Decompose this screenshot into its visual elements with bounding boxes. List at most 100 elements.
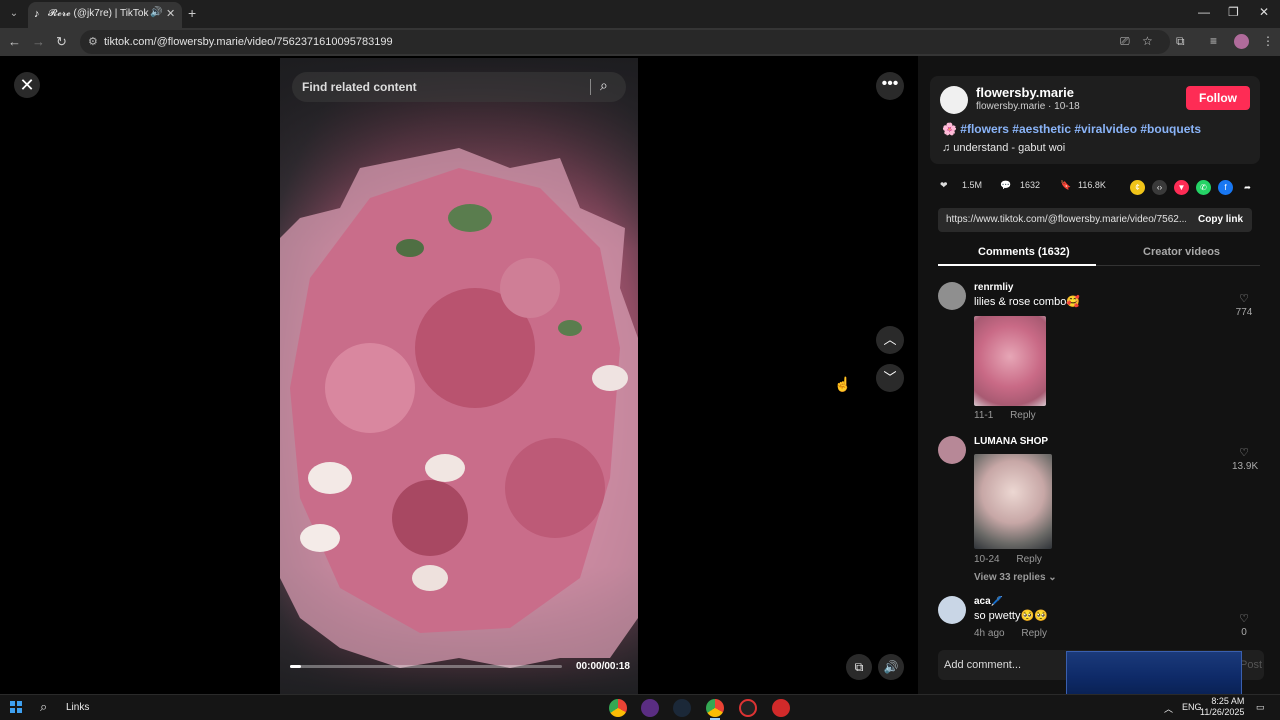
search-icon[interactable]: ⌕ [600, 77, 608, 94]
app-icon[interactable] [641, 699, 659, 717]
new-tab-icon[interactable]: + [188, 5, 196, 21]
language-indicator[interactable]: ENG [1182, 702, 1202, 712]
video-timecode: 00:00/00:18 [576, 661, 630, 672]
view-replies-button[interactable]: View 33 replies ⌄ [974, 572, 1057, 583]
steam-icon[interactable] [673, 699, 691, 717]
author-subline: flowersby.marie · 10-18 [976, 101, 1080, 112]
address-bar[interactable]: ⚙ tiktok.com/@flowersby.marie/video/7562… [80, 30, 1170, 54]
minimize-icon[interactable]: — [1198, 5, 1210, 19]
comment-item: renrmliy lilies & rose combo🥰 11-1 Reply… [938, 282, 1258, 427]
commenter-avatar[interactable] [938, 282, 966, 310]
app-icon[interactable] [739, 699, 757, 717]
previous-video-icon[interactable]: ︿ [876, 326, 904, 354]
heart-icon[interactable]: ♡ [1239, 447, 1249, 459]
url-text: tiktok.com/@flowersby.marie/video/756237… [104, 36, 393, 48]
search-icon[interactable]: ⌕ [40, 699, 47, 715]
like-count: 1.5M [962, 180, 983, 190]
commenter-avatar[interactable] [938, 436, 966, 464]
commenter-avatar[interactable] [938, 596, 966, 624]
heart-icon[interactable]: ♡ [1239, 613, 1249, 625]
heart-icon[interactable]: ♡ [1239, 293, 1249, 305]
reply-button[interactable]: Reply [1010, 410, 1036, 421]
tiktok-page: ✕ Find related content ⌕ 00:00/00:18 •••… [0, 56, 1280, 695]
video-link-box: https://www.tiktok.com/@flowersby.marie/… [938, 208, 1252, 232]
menu-kebab-icon[interactable]: ⋮ [1262, 34, 1274, 48]
speaker-icon[interactable]: 🔊 [150, 7, 162, 18]
whatsapp-icon[interactable]: ✆ [1196, 180, 1211, 195]
hashtags[interactable]: 🌸 #flowers #aesthetic #viralvideo #bouqu… [942, 122, 1201, 136]
bookmark-star-icon[interactable]: ☆ [1142, 34, 1153, 48]
side-panel: flowersby.marie flowersby.marie · 10-18 … [918, 56, 1280, 695]
embed-icon[interactable]: ‹› [1152, 180, 1167, 195]
chrome-active-icon[interactable] [706, 699, 724, 717]
comment-bouquet-image[interactable] [974, 454, 1052, 549]
media-icon[interactable]: ≡ [1210, 34, 1217, 48]
commenter-name[interactable]: aca🖊️ [974, 596, 1003, 607]
comment-icon[interactable]: 💬 [1000, 180, 1011, 191]
chrome-icon[interactable] [609, 699, 627, 717]
comment-date: 4h ago [974, 628, 1005, 639]
send-icon[interactable]: ▼ [1174, 180, 1189, 195]
facebook-icon[interactable]: f [1218, 180, 1233, 195]
notification-icon[interactable]: ▭ [1256, 702, 1265, 713]
video-link-url[interactable]: https://www.tiktok.com/@flowersby.marie/… [946, 214, 1186, 225]
extensions-icon[interactable]: ⧉ [1176, 34, 1185, 49]
tab-creator-videos[interactable]: Creator videos [1143, 246, 1220, 258]
volume-icon[interactable]: 🔊 [878, 654, 904, 680]
like-icon[interactable]: ❤ [940, 180, 948, 191]
related-search-bar[interactable]: Find related content ⌕ [292, 72, 626, 102]
video-player[interactable]: Find related content ⌕ 00:00/00:18 [280, 58, 638, 694]
author-username[interactable]: flowersby.marie [976, 85, 1074, 100]
coin-icon[interactable]: ¢ [1130, 180, 1145, 195]
post-button[interactable]: Post [1240, 659, 1262, 671]
tiktok-icon: ♪ [34, 8, 40, 20]
app-icon[interactable] [772, 699, 790, 717]
tab-search-icon[interactable]: ⌄ [4, 4, 24, 24]
search-divider [590, 79, 591, 95]
music-track[interactable]: ♫ understand - gabut woi [942, 142, 1065, 154]
reply-button[interactable]: Reply [1016, 554, 1042, 565]
windows-start-icon[interactable] [10, 701, 22, 713]
window-close-icon[interactable]: ✕ [1259, 5, 1269, 19]
site-info-icon[interactable]: ⚙ [88, 35, 98, 48]
cast-icon[interactable]: ⎚ [1120, 34, 1130, 49]
reply-button[interactable]: Reply [1021, 628, 1047, 639]
comment-item: aca🖊️ so pwetty🥺🥺 4h ago Reply ♡ 0 [938, 596, 1258, 640]
back-icon[interactable]: ← [8, 34, 21, 49]
author-avatar[interactable] [940, 86, 968, 114]
next-video-icon[interactable]: ﹀ [876, 364, 904, 392]
search-placeholder: Find related content [302, 80, 417, 94]
comment-like[interactable]: ♡ 774 [1232, 292, 1256, 318]
commenter-name[interactable]: LUMANA SHOP [974, 436, 1048, 447]
taskbar-links-label[interactable]: Links [66, 702, 89, 713]
comment-like[interactable]: ♡ 0 [1232, 612, 1256, 638]
tray-chevron-icon[interactable]: ︿ [1164, 702, 1173, 715]
video-progress-fill [290, 665, 301, 668]
bookmark-icon[interactable]: 🔖 [1060, 180, 1071, 191]
follow-button[interactable]: Follow [1186, 86, 1250, 110]
clock[interactable]: 8:25 AM 11/26/2025 [1200, 696, 1244, 718]
tab-comments[interactable]: Comments (1632) [978, 246, 1070, 258]
commenter-name[interactable]: renrmliy [974, 282, 1013, 293]
comment-like[interactable]: ♡ 13.9K [1232, 446, 1258, 472]
comment-text: lilies & rose combo🥰 [974, 296, 1081, 308]
restore-icon[interactable]: ❐ [1228, 5, 1239, 19]
reload-icon[interactable]: ↻ [56, 34, 67, 50]
close-video-icon[interactable]: ✕ [14, 72, 40, 98]
video-progress-bar[interactable] [290, 665, 562, 668]
copy-link-button[interactable]: Copy link [1198, 214, 1243, 225]
more-options-icon[interactable]: ••• [876, 72, 904, 100]
comment-text: so pwetty🥺🥺 [974, 610, 1048, 622]
tab-title: 𝓡𝓮𝓻𝓮 (@jk7re) | TikTok [48, 8, 149, 19]
save-count: 116.8K [1078, 180, 1106, 190]
floating-player-icon[interactable]: ⧉ [846, 654, 872, 680]
profile-avatar[interactable] [1234, 34, 1249, 49]
tab-close-icon[interactable]: ✕ [166, 7, 175, 20]
comment-like-count: 774 [1235, 307, 1253, 318]
share-icon[interactable]: ➦ [1240, 180, 1255, 195]
clock-time: 8:25 AM [1211, 696, 1245, 706]
forward-icon[interactable]: → [32, 34, 45, 49]
browser-tab[interactable]: ♪ 𝓡𝓮𝓻𝓮 (@jk7re) | TikTok 🔊 ✕ [28, 2, 182, 28]
comment-bouquet-image[interactable] [974, 316, 1046, 406]
mouse-cursor-icon: ☝ [834, 376, 852, 392]
